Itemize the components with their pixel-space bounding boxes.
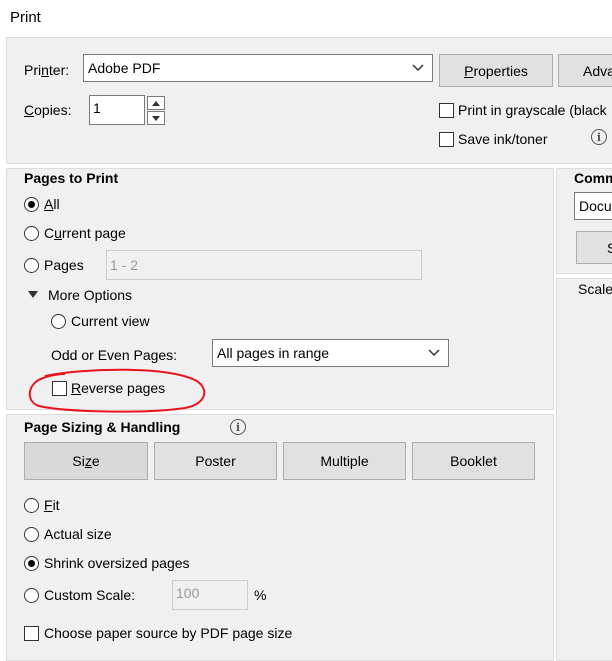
pages-to-print-heading: Pages to Print <box>24 170 119 186</box>
printer-select[interactable]: Adobe PDF <box>83 54 433 82</box>
tab-size[interactable]: Size <box>24 442 148 480</box>
current-view-label: Current view <box>71 313 150 329</box>
advanced-button[interactable]: Adva <box>558 54 612 87</box>
annotation-circle <box>28 368 206 413</box>
odd-even-label: Odd or Even Pages: <box>51 347 178 363</box>
info-icon[interactable]: i <box>591 129 607 145</box>
save-ink-checkbox[interactable] <box>439 132 454 147</box>
tab-size-label: Size <box>72 453 100 469</box>
summarize-button[interactable]: S <box>576 231 612 264</box>
caret-down-icon <box>152 115 160 121</box>
advanced-button-label: Adva <box>583 62 612 79</box>
custom-scale-input[interactable]: 100 <box>172 580 248 610</box>
page-sizing-heading: Page Sizing & Handling <box>24 419 181 435</box>
window-title: Print <box>10 9 41 26</box>
printer-select-value: Adobe PDF <box>88 60 161 76</box>
copies-decrement-button[interactable] <box>147 111 165 125</box>
properties-button-label: Properties <box>464 62 528 79</box>
copies-increment-button[interactable] <box>147 96 165 110</box>
pages-range-value: 1 - 2 <box>110 257 139 273</box>
preview-panel <box>556 278 612 661</box>
fit-radio[interactable] <box>24 498 39 513</box>
copies-input[interactable]: 1 <box>89 95 145 125</box>
triangle-down-icon[interactable] <box>28 291 38 299</box>
info-icon[interactable]: i <box>230 419 246 435</box>
grayscale-label: Print in grayscale (black <box>458 102 607 118</box>
comments-select-value: Docu <box>579 198 612 214</box>
shrink-oversized-radio[interactable] <box>24 556 39 571</box>
tab-multiple-label: Multiple <box>320 453 369 469</box>
chevron-down-icon <box>428 349 440 357</box>
custom-scale-label: Custom Scale: <box>44 587 136 603</box>
tab-poster-label: Poster <box>195 453 236 469</box>
grayscale-checkbox[interactable] <box>439 103 454 118</box>
percent-label: % <box>254 587 267 603</box>
copies-label: Copies: <box>24 102 72 118</box>
printer-label: Printer: <box>24 62 70 78</box>
all-pages-radio[interactable] <box>24 197 39 212</box>
pages-radio[interactable] <box>24 258 39 273</box>
current-view-radio[interactable] <box>51 314 66 329</box>
odd-even-select-value: All pages in range <box>217 345 330 361</box>
current-page-label: Current page <box>44 225 126 241</box>
tab-booklet[interactable]: Booklet <box>412 442 535 480</box>
all-pages-label: All <box>44 196 60 212</box>
copies-input-value: 1 <box>93 100 101 116</box>
current-page-radio[interactable] <box>24 226 39 241</box>
save-ink-label: Save ink/toner <box>458 131 548 147</box>
tab-booklet-label: Booklet <box>450 453 497 469</box>
more-options-label[interactable]: More Options <box>48 287 132 303</box>
paper-source-checkbox[interactable] <box>24 626 39 641</box>
custom-scale-value: 100 <box>176 585 200 601</box>
comments-select[interactable]: Docu <box>574 192 612 220</box>
chevron-down-icon <box>412 64 424 72</box>
pages-range-input[interactable]: 1 - 2 <box>106 250 422 280</box>
fit-label: Fit <box>44 497 60 513</box>
actual-size-radio[interactable] <box>24 527 39 542</box>
scale-label: Scale <box>578 281 612 297</box>
pages-label: Pages <box>44 257 84 273</box>
tab-multiple[interactable]: Multiple <box>283 442 406 480</box>
shrink-oversized-label: Shrink oversized pages <box>44 555 190 571</box>
actual-size-label: Actual size <box>44 526 112 542</box>
paper-source-label: Choose paper source by PDF page size <box>44 625 293 641</box>
caret-up-icon <box>152 100 160 106</box>
summarize-button-label: S <box>607 239 612 256</box>
tab-poster[interactable]: Poster <box>154 442 277 480</box>
comments-heading: Comm <box>574 170 612 186</box>
custom-scale-radio[interactable] <box>24 588 39 603</box>
odd-even-select[interactable]: All pages in range <box>212 339 449 367</box>
properties-button[interactable]: Properties <box>439 54 553 87</box>
